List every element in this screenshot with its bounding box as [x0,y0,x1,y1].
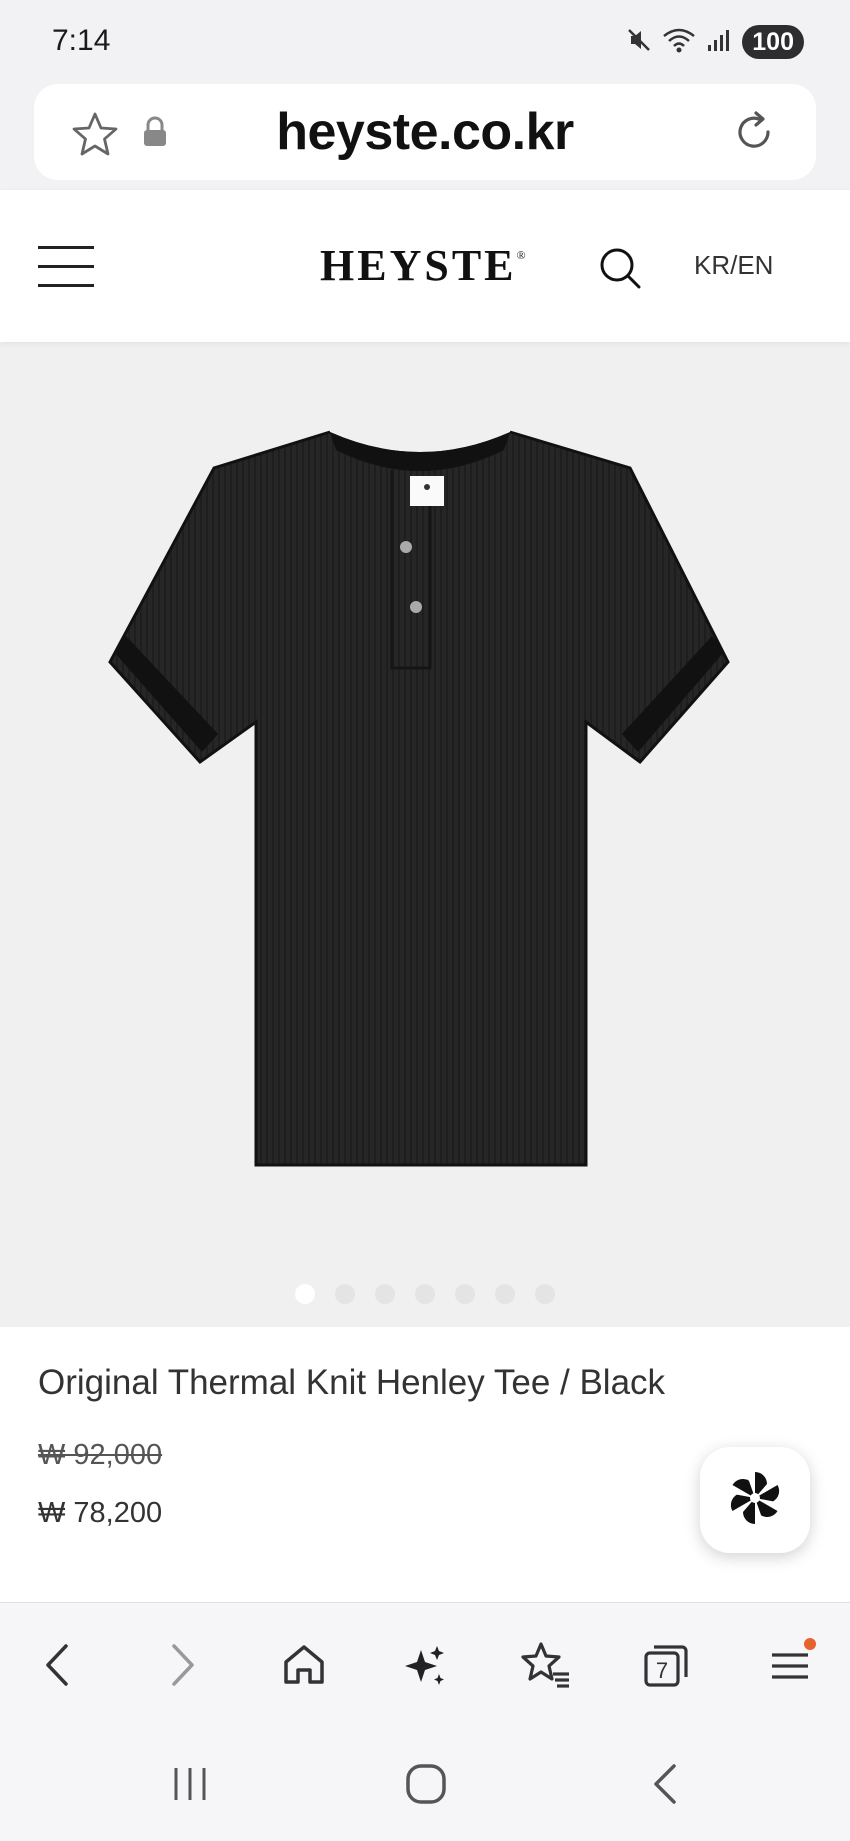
back-icon[interactable] [26,1633,90,1697]
floating-action-button[interactable] [700,1447,810,1553]
site-logo[interactable]: HEYSTE® [320,240,526,291]
language-toggle[interactable]: KR/EN [694,250,773,281]
menu-icon[interactable] [38,246,94,288]
status-time: 7:14 [52,24,111,57]
tabs-count: 7 [656,1658,668,1683]
carousel-dot[interactable] [335,1284,355,1304]
url-text[interactable]: heyste.co.kr [34,102,816,162]
site-header: HEYSTE® KR/EN [0,190,850,342]
carousel-dots [0,1284,850,1304]
tabs-icon[interactable]: 7 [634,1633,698,1697]
home-icon[interactable] [396,1754,456,1814]
browser-toolbar: 7 [0,1602,850,1727]
wifi-icon [662,26,696,59]
home-icon[interactable] [272,1633,336,1697]
back-icon[interactable] [636,1754,696,1814]
carousel-dot[interactable] [375,1284,395,1304]
carousel-dot[interactable] [535,1284,555,1304]
notification-dot [804,1638,816,1650]
original-price: ₩ 92,000 [38,1439,163,1471]
reload-icon[interactable] [730,108,778,161]
address-bar-area: heyste.co.kr [0,82,850,190]
sparkle-icon[interactable] [392,1633,456,1697]
status-bar: 7:14 100 [0,0,850,82]
battery-icon: 100 [742,25,804,59]
mute-icon [626,27,652,58]
menu-icon[interactable] [758,1633,822,1697]
address-bar[interactable]: heyste.co.kr [34,84,816,180]
sale-price: ₩ 78,200 [38,1497,163,1529]
search-icon[interactable] [598,246,642,295]
signal-icon [706,27,732,58]
carousel-dot[interactable] [415,1284,435,1304]
henley-tee-image [108,430,730,1167]
registered-mark: ® [516,248,526,262]
logo-text: HEYSTE [320,241,517,290]
product-image[interactable] [0,342,850,1327]
carousel-dot[interactable] [455,1284,475,1304]
carousel-dot-active[interactable] [295,1284,315,1304]
carousel-dot[interactable] [495,1284,515,1304]
product-name: Original Thermal Knit Henley Tee / Black [38,1363,666,1402]
status-icons: 100 [626,24,804,60]
bookmarks-icon[interactable] [514,1633,578,1697]
recents-icon[interactable] [160,1754,220,1814]
pinwheel-icon [723,1466,787,1535]
forward-icon[interactable] [150,1633,214,1697]
system-navigation [0,1726,850,1841]
